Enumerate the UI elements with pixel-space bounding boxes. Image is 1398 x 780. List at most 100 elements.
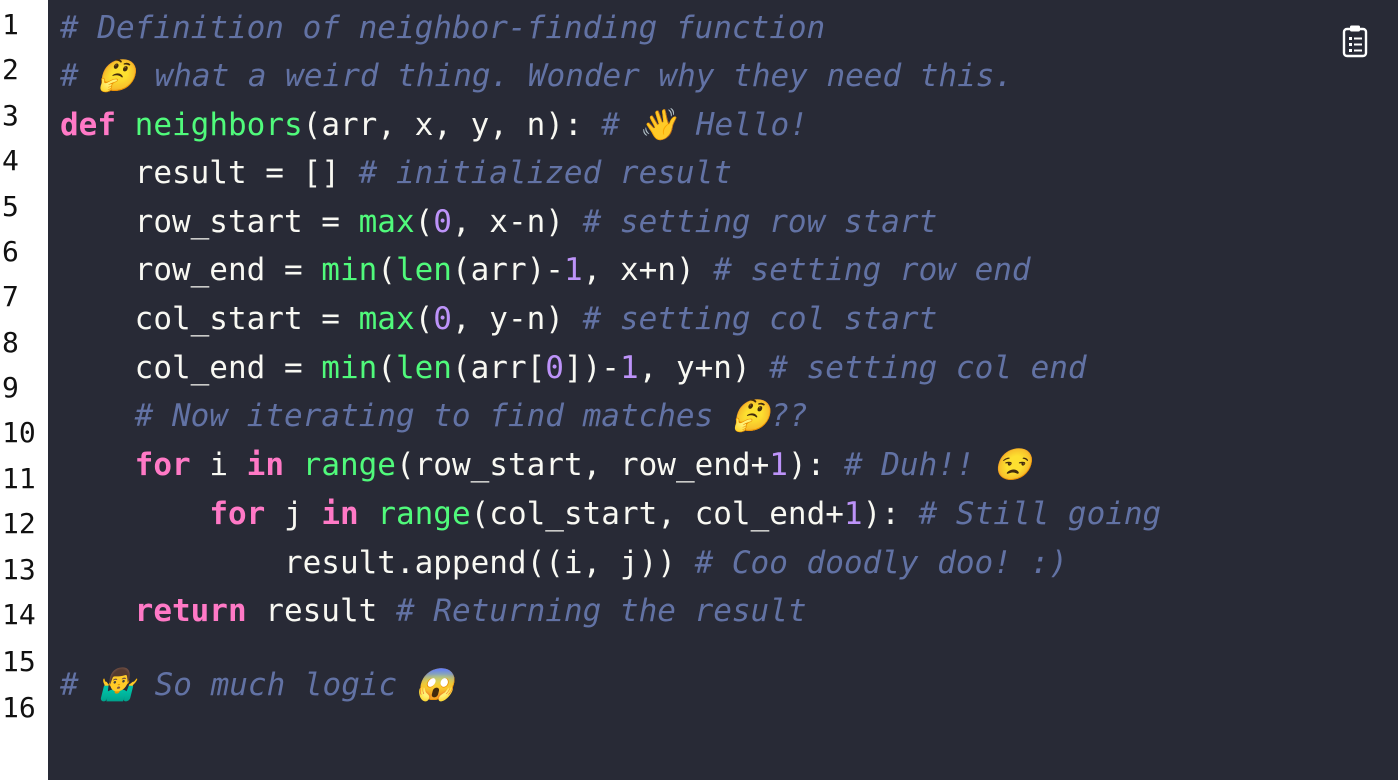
code-token-keyword: in — [246, 447, 284, 483]
line-number: 8 — [2, 326, 19, 359]
code-token-comment: # 🤷‍♂️ So much logic 😱 — [60, 667, 455, 703]
code-token-comment: # Duh!! 😒 — [843, 447, 1032, 483]
code-token-plain: , x+n) — [582, 252, 714, 288]
code-token-plain: ): — [862, 496, 919, 532]
code-token-keyword: def — [60, 107, 116, 143]
code-line: row_end = min(len(arr)-1, x+n) # setting… — [60, 252, 1031, 288]
code-token-plain: result — [246, 593, 396, 629]
code-area[interactable]: # Definition of neighbor-finding functio… — [60, 0, 1398, 780]
code-line: # 🤷‍♂️ So much logic 😱 — [60, 667, 454, 703]
code-line: def neighbors(arr, x, y, n): # 👋 Hello! — [60, 107, 808, 143]
line-number: 3 — [2, 99, 19, 132]
code-token-plain: result.append((i, j)) — [60, 545, 695, 581]
line-number: 10 — [2, 416, 36, 449]
code-token-plain: ( — [414, 301, 434, 337]
clipboard-icon — [1342, 25, 1368, 58]
line-number: 14 — [2, 598, 36, 631]
code-token-plain: ( — [414, 204, 434, 240]
code-token-plain: ( — [377, 252, 396, 288]
code-token-comment: # Definition of neighbor-finding functio… — [60, 10, 826, 46]
code-token-plain: ): — [787, 447, 844, 483]
code-line: col_start = max(0, y-n) # setting col st… — [60, 301, 938, 337]
code-token-keyword: for — [134, 447, 191, 483]
code-token-comment: # 🤔 what a weird thing. Wonder why they … — [60, 58, 1014, 94]
line-number: 12 — [2, 507, 36, 540]
code-token-plain: col_start = — [60, 301, 359, 337]
code-token-comment: # initialized result — [358, 155, 732, 191]
code-token-comment: # Coo doodly doo! :) — [694, 545, 1068, 581]
code-token-plain: , y+n) — [638, 350, 770, 386]
code-line: # Now iterating to find matches 🤔?? — [60, 398, 808, 434]
code-token-plain: row_end = — [60, 252, 322, 288]
line-number: 6 — [2, 235, 19, 268]
code-token-comment: # Still going — [918, 496, 1162, 532]
code-token-plain: ])- — [563, 350, 620, 386]
code-line: for i in range(row_start, row_end+1): # … — [60, 447, 1032, 483]
code-token-plain: (col_start, col_end+ — [470, 496, 844, 532]
line-number: 5 — [2, 190, 19, 223]
code-token-comment: # setting row end — [713, 252, 1031, 288]
code-line: # Definition of neighbor-finding functio… — [60, 10, 825, 46]
code-token-number: 1 — [769, 447, 788, 483]
code-token-plain: (arr[ — [451, 350, 546, 386]
copy-code-button[interactable] — [1340, 24, 1372, 58]
code-token-comment: # 👋 Hello! — [601, 107, 808, 143]
code-token-function: len — [395, 350, 452, 386]
code-token-number: 1 — [619, 350, 639, 386]
code-token-function: neighbors — [134, 107, 303, 143]
code-token-plain: col_end = — [60, 350, 322, 386]
line-number: 11 — [2, 462, 36, 495]
line-number: 4 — [2, 144, 19, 177]
code-token-function: min — [321, 350, 378, 386]
code-token-number: 1 — [843, 496, 863, 532]
code-token-comment: # setting col start — [582, 301, 938, 337]
code-token-plain: , x-n) — [451, 204, 583, 240]
code-token-plain: result = [] — [60, 155, 359, 191]
code-token-function: max — [358, 204, 415, 240]
code-token-number: 1 — [563, 252, 583, 288]
line-number: 9 — [2, 371, 19, 404]
code-line: for j in range(col_start, col_end+1): # … — [60, 496, 1161, 532]
line-number-gutter: 1 2 3 4 5 6 7 8 9 10 11 12 13 14 15 16 — [0, 0, 48, 780]
code-token-plain: (arr, x, y, n): — [302, 107, 602, 143]
code-token-comment: # Now iterating to find matches 🤔?? — [134, 398, 808, 434]
code-token-number: 0 — [545, 350, 564, 386]
line-number: 16 — [2, 691, 36, 724]
code-line: row_start = max(0, x-n) # setting row st… — [60, 204, 938, 240]
line-number: 2 — [2, 53, 19, 86]
code-token-plain: (row_start, row_end+ — [395, 447, 770, 483]
line-number: 13 — [2, 553, 36, 586]
code-token-keyword: return — [134, 593, 247, 629]
code-token-function: max — [358, 301, 415, 337]
code-line: result = [] # initialized result — [60, 155, 732, 191]
code-line: result.append((i, j)) # Coo doodly doo! … — [60, 545, 1068, 581]
code-token-number: 0 — [433, 301, 452, 337]
code-token-function: range — [377, 496, 471, 532]
code-token-number: 0 — [433, 204, 452, 240]
code-token-comment: # setting col end — [769, 350, 1087, 386]
code-token-function: len — [395, 252, 452, 288]
code-line: # 🤔 what a weird thing. Wonder why they … — [60, 58, 1013, 94]
code-token-plain: (arr)- — [451, 252, 564, 288]
code-token-plain: i — [190, 447, 247, 483]
code-line: col_end = min(len(arr[0])-1, y+n) # sett… — [60, 350, 1087, 386]
code-token-keyword: in — [321, 496, 359, 532]
code-token-keyword: for — [209, 496, 266, 532]
code-editor: 1 2 3 4 5 6 7 8 9 10 11 12 13 14 15 16 # Definition of … — [0, 0, 1398, 780]
line-number: 15 — [2, 645, 36, 678]
code-line: return result # Returning the result — [60, 593, 807, 629]
code-token-plain: ( — [377, 350, 396, 386]
code-token-comment: # setting row start — [582, 204, 938, 240]
code-token-plain: j — [265, 496, 322, 532]
code-token-function: range — [302, 447, 396, 483]
code-token-function: min — [321, 252, 378, 288]
code-token-plain: , y-n) — [451, 301, 583, 337]
line-number: 1 — [2, 8, 19, 41]
